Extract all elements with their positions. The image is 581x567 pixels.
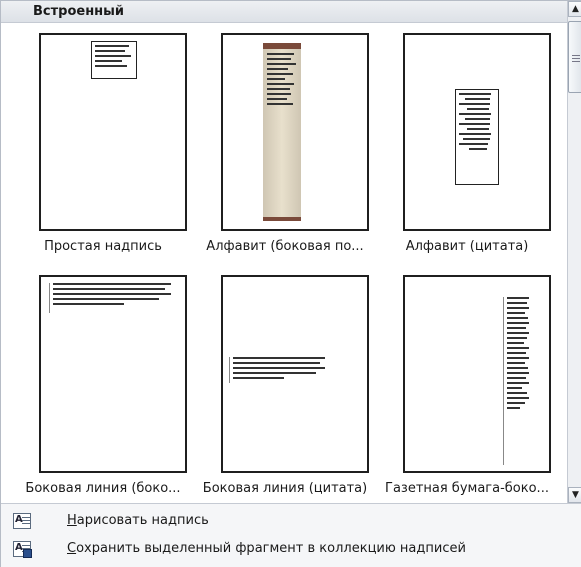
draw-textbox-command[interactable]: A Нарисовать надпись — [1, 508, 581, 536]
draw-textbox-label: Нарисовать надпись — [67, 513, 209, 528]
gallery-item-simple-textbox[interactable]: Простая надпись — [3, 23, 187, 257]
scroll-down-button[interactable]: ▼ — [568, 487, 581, 503]
command-text: арисовать надпись — [76, 513, 209, 528]
gallery-item-sideline-sidebar[interactable]: Боковая линия (боко... — [3, 265, 187, 499]
scroll-up-button[interactable]: ▲ — [568, 1, 581, 17]
tile-label: Алфавит (цитата) — [405, 239, 529, 254]
newsprint-sidebar-thumbnail — [403, 275, 551, 473]
section-header: Встроенный — [1, 1, 567, 23]
alphabet-sidebar-thumbnail — [221, 33, 369, 231]
tile-label: Боковая линия (цитата) — [202, 481, 368, 496]
gallery-item-alphabet-sidebar[interactable]: Алфавит (боковая по... — [185, 23, 369, 257]
gallery-grid: Простая надпись Алфавит (боковая по... А… — [1, 23, 567, 503]
gallery-scrollbar[interactable]: ▲ ▼ — [567, 1, 581, 503]
sideline-sidebar-thumbnail — [39, 275, 187, 473]
sideline-quote-thumbnail — [221, 275, 369, 473]
gallery-item-sideline-quote[interactable]: Боковая линия (цитата) — [185, 265, 369, 499]
scroll-thumb[interactable] — [568, 21, 581, 93]
tile-label: Газетная бумага-боко... — [385, 481, 549, 496]
gallery-item-alphabet-quote[interactable]: Алфавит (цитата) — [367, 23, 551, 257]
tile-label: Алфавит (боковая по... — [206, 239, 364, 254]
gallery-footer: A Нарисовать надпись A Сохранить выделен… — [1, 503, 581, 567]
draw-textbox-icon: A — [13, 513, 31, 529]
tile-label: Простая надпись — [44, 239, 162, 254]
save-selection-icon: A — [13, 541, 32, 558]
tile-label: Боковая линия (боко... — [25, 481, 181, 496]
textbox-gallery: Встроенный Простая надпись Алфавит (боко… — [0, 0, 581, 567]
command-text: охранить выделенный фрагмент в коллекцию… — [76, 541, 466, 556]
accel-key: Н — [67, 513, 77, 528]
save-selection-command[interactable]: A Сохранить выделенный фрагмент в коллек… — [1, 536, 581, 564]
accel-key: С — [67, 541, 77, 556]
alphabet-quote-thumbnail — [403, 33, 551, 231]
grip-icon — [572, 55, 580, 64]
gallery-item-newsprint-sidebar[interactable]: Газетная бумага-боко... — [367, 265, 551, 499]
save-selection-label: Сохранить выделенный фрагмент в коллекци… — [67, 541, 466, 556]
simple-textbox-thumbnail — [39, 33, 187, 231]
